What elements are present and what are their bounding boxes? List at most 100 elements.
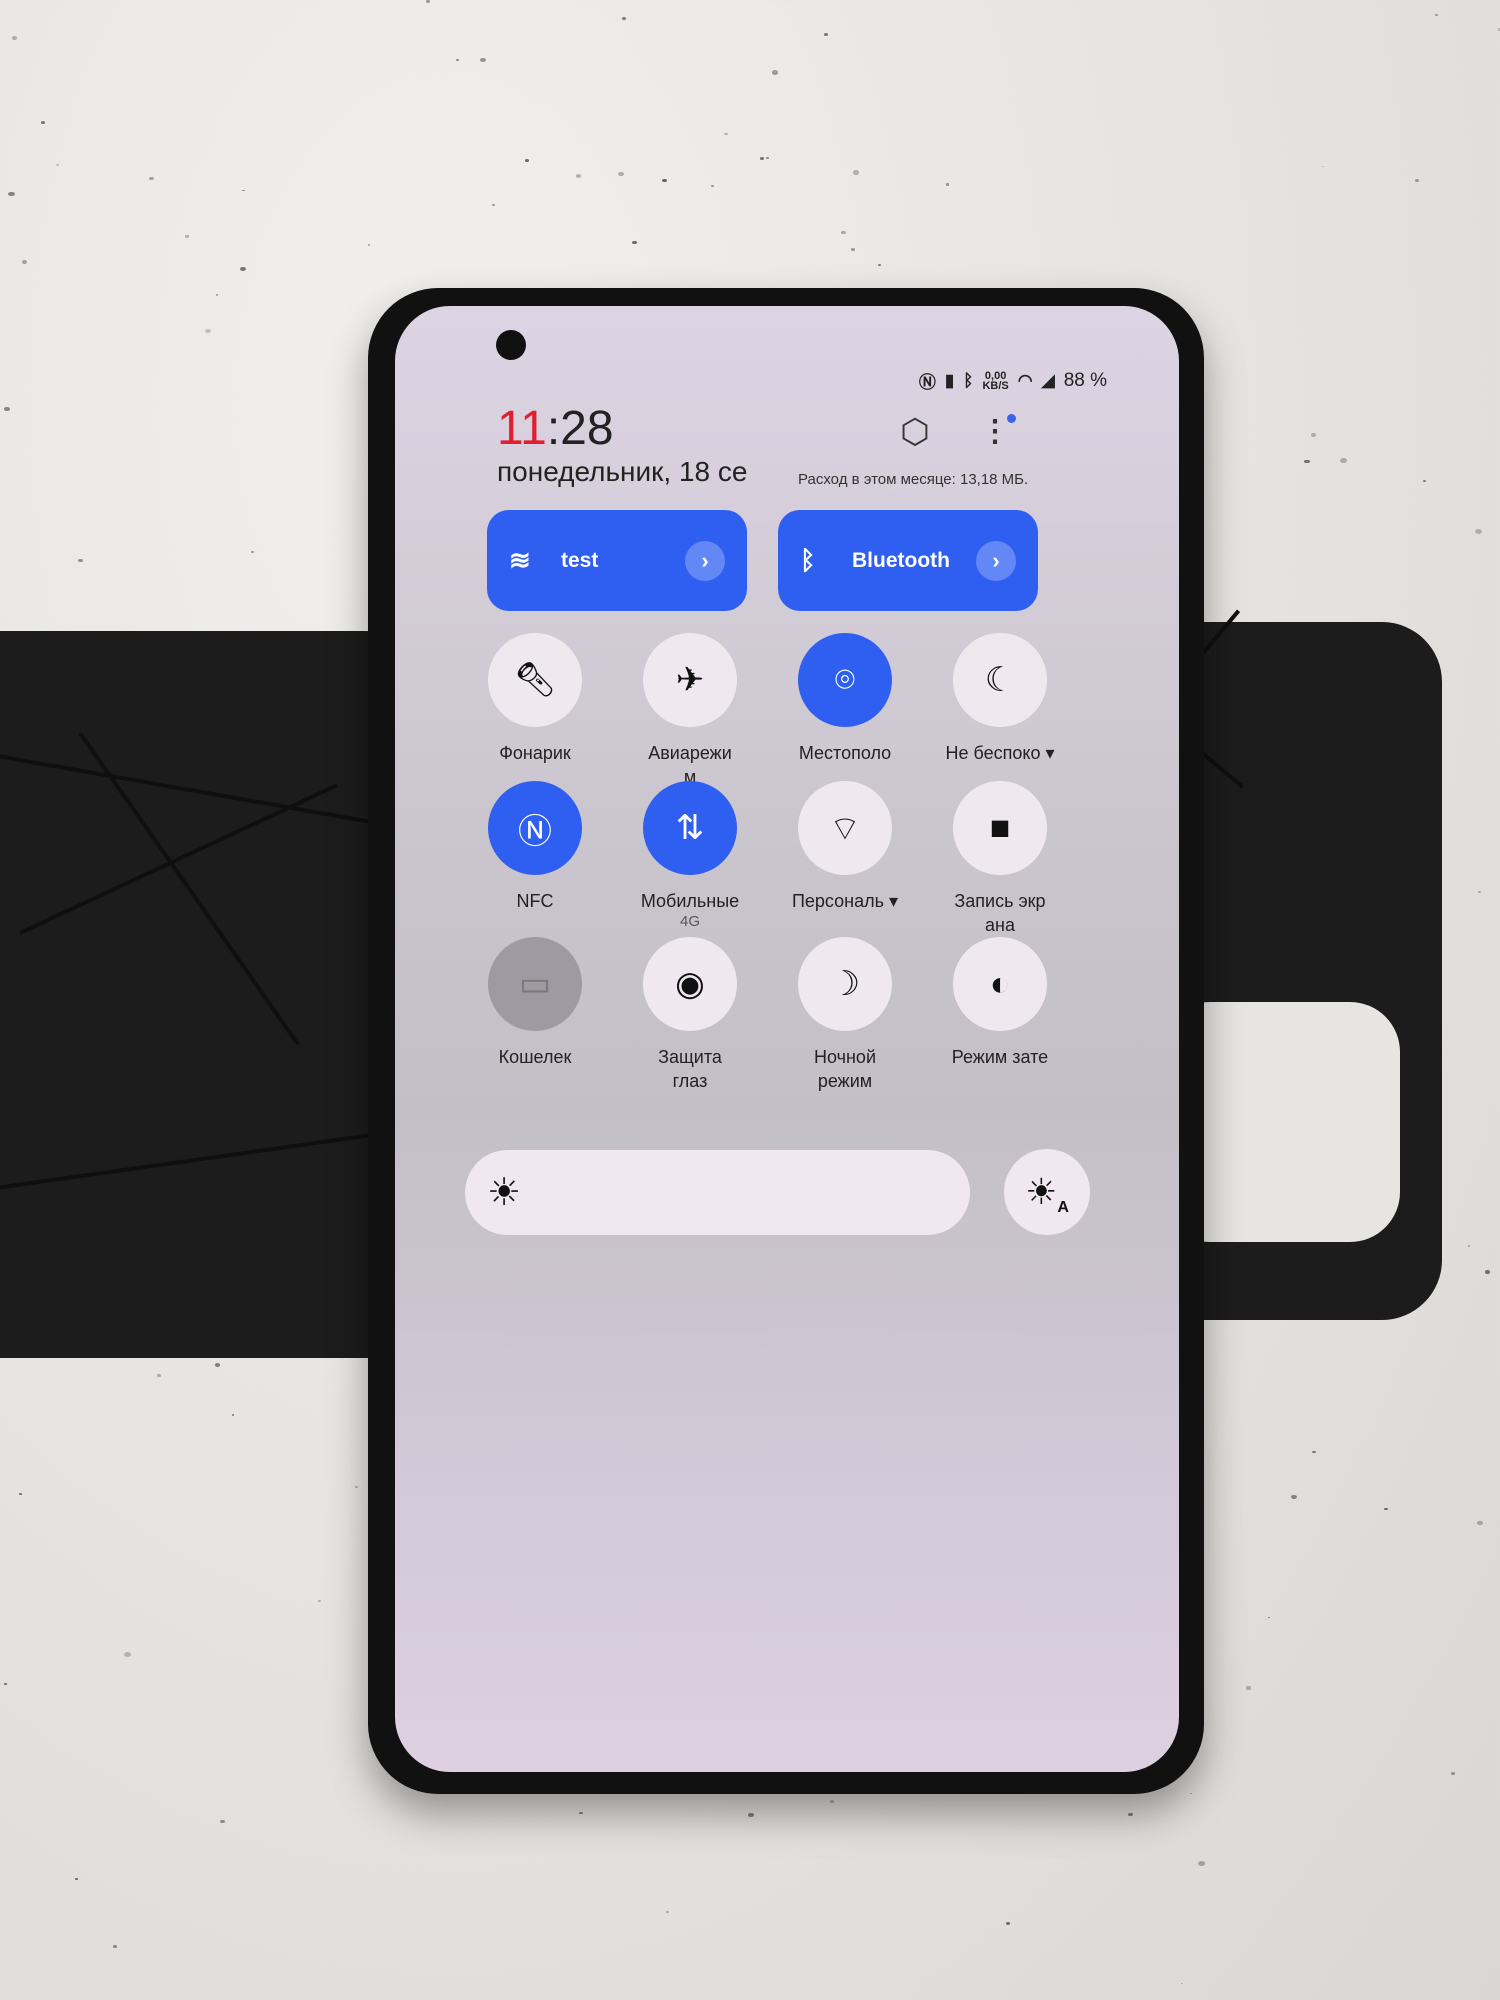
desk-speck	[1475, 529, 1483, 535]
tile-label: Персональ ▾	[791, 891, 899, 911]
eye-icon: ◉	[643, 937, 737, 1031]
desk-speck	[242, 189, 245, 192]
desk-speck	[185, 235, 189, 238]
desk-speck	[318, 1599, 321, 1602]
desk-speck	[1450, 1771, 1455, 1775]
tile-label: Защита глаз	[658, 1047, 722, 1091]
desk-speck	[852, 170, 860, 175]
desk-speck	[368, 244, 371, 246]
location-icon: ⌾	[798, 633, 892, 727]
case-groove	[0, 751, 394, 828]
desk-speck	[661, 178, 667, 183]
desk-speck	[113, 1945, 118, 1949]
clock[interactable]: 11:28	[497, 401, 614, 456]
night-mode-icon: ☽	[798, 937, 892, 1031]
front-camera	[496, 330, 526, 360]
desk-speck	[748, 1812, 754, 1817]
mobile-data-icon: ⇅	[643, 781, 737, 875]
desk-speck	[215, 1363, 221, 1367]
brightness-slider[interactable]: ☀	[465, 1150, 970, 1235]
status-bar: Ⓝ ▮ ᛒ 0,00 KB/S ◠ ◢ 88 %	[919, 368, 1107, 393]
desk-speck	[1321, 165, 1324, 168]
tile-nfc[interactable]: Ⓝ NFC	[455, 781, 615, 913]
tile-sublabel: 4G	[679, 913, 700, 930]
desk-speck	[355, 1486, 359, 1489]
desk-speck	[4, 407, 10, 412]
desk-speck	[75, 1878, 78, 1881]
desk-speck	[525, 159, 529, 162]
tile-location[interactable]: ⌾ Местополо	[765, 633, 925, 765]
dark-mode-icon: ◐	[953, 937, 1047, 1031]
desk-speck	[945, 183, 950, 186]
desk-speck	[765, 156, 770, 160]
desk-speck	[1476, 1520, 1483, 1525]
desk-speck	[841, 230, 846, 235]
desk-speck	[1383, 1507, 1388, 1511]
desk-speck	[1246, 1686, 1251, 1690]
desk-speck	[492, 203, 495, 206]
desk-speck	[1484, 1270, 1490, 1274]
desk-speck	[1310, 433, 1317, 438]
desk-speck	[124, 1651, 132, 1657]
nfc-icon: Ⓝ	[488, 781, 582, 875]
screen-record-icon: ■	[953, 781, 1047, 875]
bluetooth-icon: ᛒ	[800, 545, 816, 575]
moon-icon: ☾	[953, 633, 1047, 727]
tile-label: Фонарик	[499, 743, 571, 763]
more-options-icon[interactable]: ⋮	[980, 412, 1016, 452]
bluetooth-tile[interactable]: ᛒ Bluetooth ›	[778, 510, 1038, 611]
auto-brightness-button[interactable]: ☀A	[1004, 1149, 1090, 1235]
desk-speck	[1005, 1921, 1010, 1925]
desk-speck	[219, 1819, 225, 1824]
desk-speck	[41, 121, 45, 124]
desk-speck	[1181, 1982, 1184, 1985]
tile-eye[interactable]: ◉ Защита глаз	[610, 937, 770, 1093]
desk-speck	[666, 1911, 669, 1914]
desk-speck	[78, 559, 83, 563]
tile-moon[interactable]: ☾ Не беспоко ▾	[920, 633, 1080, 765]
desk-speck	[1189, 1792, 1193, 1795]
wifi-icon: ≋	[509, 545, 531, 575]
tile-label: Кошелек	[498, 1047, 572, 1067]
tile-airplane[interactable]: ✈ Авиарежи м	[610, 633, 770, 789]
desk-speck	[1304, 459, 1310, 464]
tile-label: Режим зате	[951, 1047, 1049, 1067]
sun-icon: ☀	[487, 1172, 522, 1214]
tile-night-mode[interactable]: ☽ Ночной режим	[765, 937, 925, 1093]
case-groove	[19, 783, 339, 935]
desk-speck	[1290, 1494, 1298, 1500]
desk-speck	[830, 1800, 835, 1804]
desk-speck	[425, 0, 430, 3]
desk-speck	[21, 259, 28, 264]
bluetooth-icon: ᛒ	[963, 370, 974, 390]
desk-speck	[56, 163, 59, 166]
case-groove	[0, 1129, 396, 1195]
desk-speck	[579, 1811, 583, 1815]
flashlight-icon: 🔦︎	[488, 633, 582, 727]
tile-screen-record[interactable]: ■ Запись экр ана	[920, 781, 1080, 937]
date[interactable]: понедельник, 18 се	[497, 456, 817, 488]
desk-speck	[240, 267, 246, 272]
desk-speck	[7, 191, 15, 197]
desk-speck	[724, 132, 728, 136]
chevron-right-icon[interactable]: ›	[685, 540, 725, 581]
wifi-icon: ◠	[1017, 370, 1033, 390]
desk-speck	[231, 1414, 234, 1416]
wifi-tile[interactable]: ≋ test ›	[487, 510, 747, 611]
tile-label: Не беспоко ▾	[945, 743, 1055, 763]
desk-speck	[479, 57, 486, 62]
desk-speck	[1478, 891, 1482, 894]
tile-wallet[interactable]: ▭ Кошелек	[455, 937, 615, 1069]
tile-flashlight[interactable]: 🔦︎ Фонарик	[455, 633, 615, 765]
settings-gear-icon[interactable]: ⬡	[895, 412, 935, 452]
tile-mobile-data[interactable]: ⇅ Мобильные 4G	[610, 781, 770, 930]
quick-settings-panel: Ⓝ ▮ ᛒ 0,00 KB/S ◠ ◢ 88 % 11:28 понедельни…	[395, 306, 1179, 1772]
tile-dark-mode[interactable]: ◐ Режим зате	[920, 937, 1080, 1069]
desk-speck	[1267, 1616, 1271, 1619]
chevron-right-icon[interactable]: ›	[976, 540, 1016, 581]
tile-hotspot[interactable]: ⌔ Персональ ▾	[765, 781, 925, 913]
desk-speck	[4, 1683, 8, 1686]
wallet-icon: ▭	[488, 937, 582, 1031]
desk-speck	[771, 70, 779, 76]
desk-speck	[19, 1492, 22, 1495]
